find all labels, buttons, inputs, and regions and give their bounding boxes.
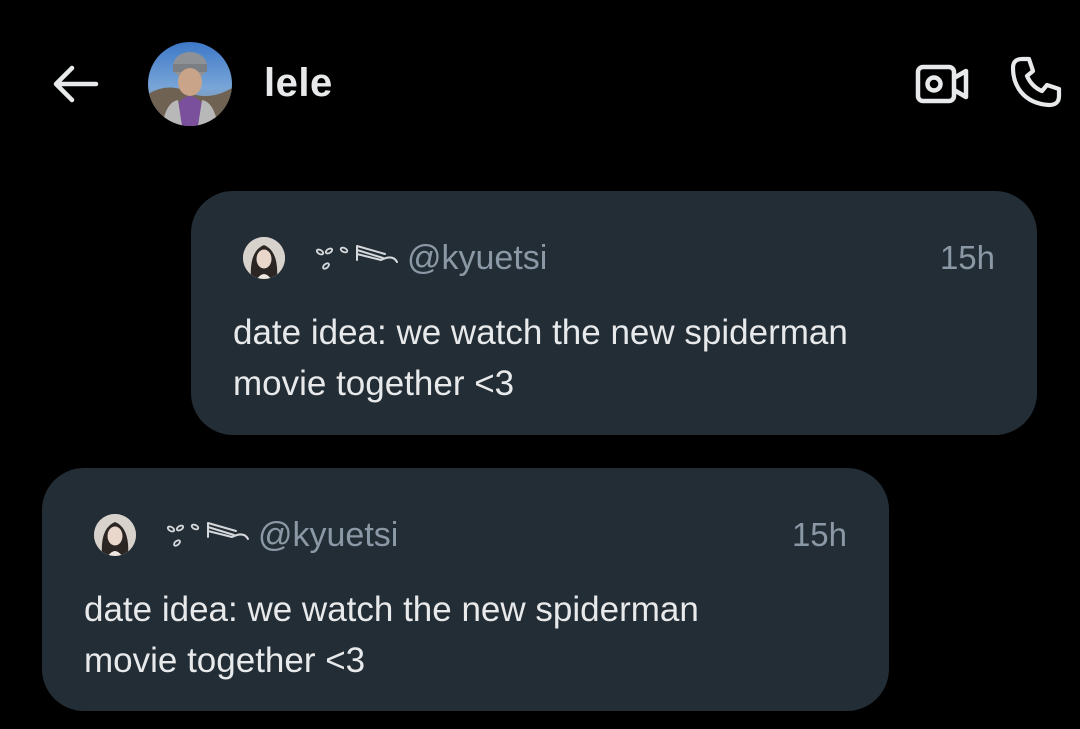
arrow-left-icon: [53, 65, 99, 103]
name-decoration-icon: [166, 522, 249, 547]
contact-avatar-image: [148, 42, 232, 126]
tweet-header: @kyuetsi 15h: [243, 235, 995, 281]
tweet-author-handle[interactable]: @kyuetsi: [407, 239, 547, 278]
tweet-timestamp: 15h: [939, 239, 995, 276]
tweet-author-avatar-image: [94, 514, 136, 556]
message-bubble-received[interactable]: @kyuetsi 15h date idea: we watch the new…: [42, 468, 889, 711]
name-decoration-icon: [315, 245, 398, 270]
tweet-text: date idea: we watch the new spiderman mo…: [233, 313, 848, 403]
video-camera-icon: [915, 64, 969, 104]
tweet-header: @kyuetsi 15h: [94, 512, 847, 558]
tweet-author-avatar[interactable]: [94, 514, 136, 556]
tweet-author-avatar-image: [243, 237, 285, 279]
message-bubble-sent[interactable]: @kyuetsi 15h date idea: we watch the new…: [191, 191, 1037, 435]
back-button[interactable]: [46, 58, 104, 110]
tweet-author-handle[interactable]: @kyuetsi: [258, 516, 398, 555]
tweet-text: date idea: we watch the new spiderman mo…: [84, 590, 699, 680]
contact-avatar[interactable]: [148, 42, 232, 126]
tweet-author-avatar[interactable]: [243, 237, 285, 279]
contact-name[interactable]: lele: [264, 61, 333, 106]
phone-icon: [1010, 56, 1062, 108]
voice-call-button[interactable]: [1004, 52, 1068, 112]
tweet-timestamp: 15h: [791, 516, 847, 553]
video-call-button[interactable]: [910, 56, 976, 112]
conversation-header: lele: [0, 0, 1080, 170]
